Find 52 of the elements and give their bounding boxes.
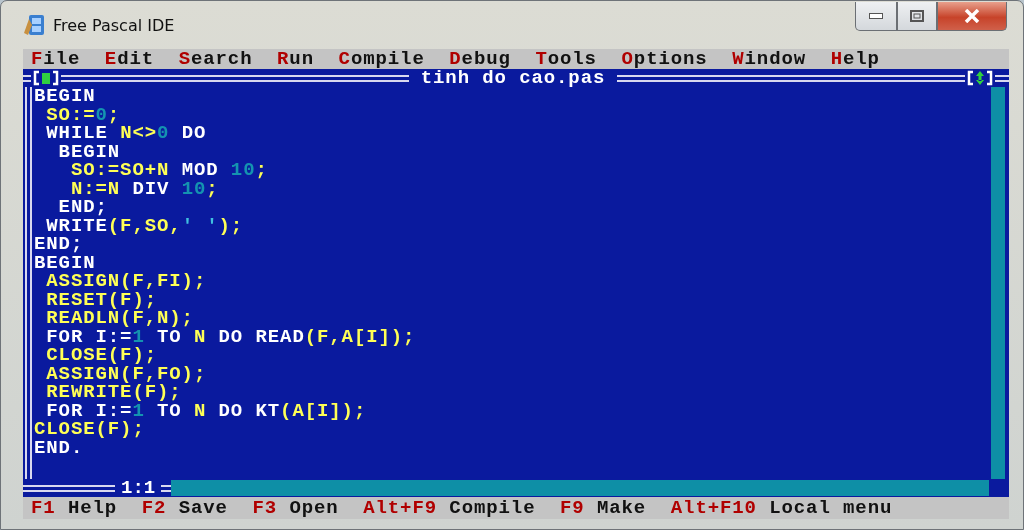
close-button[interactable] xyxy=(937,2,1007,31)
shortcut-item[interactable]: F2 Save xyxy=(141,498,228,518)
shortcut-item[interactable]: Alt+F9 Compile xyxy=(363,498,536,518)
maximize-icon xyxy=(910,10,924,22)
code-line: SO:=0; xyxy=(45,105,121,124)
code-line: REWRITE(F); xyxy=(45,383,182,402)
frame-border xyxy=(23,74,31,82)
code-line: FOR I:=1 TO N DO KT(A[I]); xyxy=(46,401,367,420)
code-line: END; xyxy=(57,198,108,217)
horizontal-scrollbar[interactable] xyxy=(171,480,989,496)
shortcut-item[interactable]: Alt+F10 Local menu xyxy=(670,498,893,518)
editor-title: tinh do cao.pas xyxy=(420,69,607,87)
window-title: Free Pascal IDE xyxy=(53,15,176,35)
code-line: ASSIGN(F,FO); xyxy=(45,364,207,383)
code-line: N:=N DIV 10; xyxy=(69,179,219,198)
menu-item[interactable]: Compile xyxy=(338,49,425,69)
code-line: FOR I:=1 TO N DO READ(F,A[I]); xyxy=(45,327,416,346)
menu-item[interactable]: Help xyxy=(830,49,880,69)
zoom-box-icon[interactable] xyxy=(965,70,995,86)
menu-item[interactable]: Run xyxy=(277,49,314,69)
code-line: BEGIN xyxy=(34,253,96,272)
code-line: CLOSE(F); xyxy=(34,420,145,439)
maximize-button[interactable] xyxy=(897,2,937,31)
code-line: ASSIGN(F,FI); xyxy=(45,272,207,291)
menu-item[interactable]: Tools xyxy=(535,49,597,69)
frame-border xyxy=(995,74,1009,82)
code-line: END. xyxy=(34,438,84,457)
vertical-scrollbar[interactable] xyxy=(991,87,1005,479)
code-line: CLOSE(F); xyxy=(45,346,158,365)
minimize-icon xyxy=(869,13,883,19)
shortcut-item[interactable]: F9 Make xyxy=(560,498,647,518)
menu-item[interactable]: Search xyxy=(178,49,253,69)
code-line: SO:=SO+N MOD 10; xyxy=(69,161,268,180)
app-icon xyxy=(23,13,45,37)
menu-item[interactable]: Window xyxy=(732,49,807,69)
shortcut-item[interactable]: F3 Open xyxy=(252,498,339,518)
shortcut-item[interactable]: F1 Help xyxy=(31,498,118,518)
menu-item[interactable]: Edit xyxy=(104,49,155,69)
code-line: WRITE(F,SO,' '); xyxy=(45,216,244,235)
code-line: END; xyxy=(34,235,84,254)
minimize-button[interactable] xyxy=(855,2,897,31)
close-box-icon[interactable] xyxy=(31,70,61,86)
menu-item[interactable]: File xyxy=(31,49,81,69)
close-icon xyxy=(964,9,980,23)
menu-item[interactable]: Debug xyxy=(449,49,511,69)
code-line: BEGIN xyxy=(57,142,121,161)
menu-item[interactable]: Options xyxy=(621,49,708,69)
cursor-position: 1:1 xyxy=(120,479,157,497)
code-line: BEGIN xyxy=(34,87,96,106)
code-line: WHILE N<>0 DO xyxy=(45,124,207,143)
code-line: READLN(F,N); xyxy=(45,309,194,328)
code-line: RESET(F); xyxy=(45,290,158,309)
